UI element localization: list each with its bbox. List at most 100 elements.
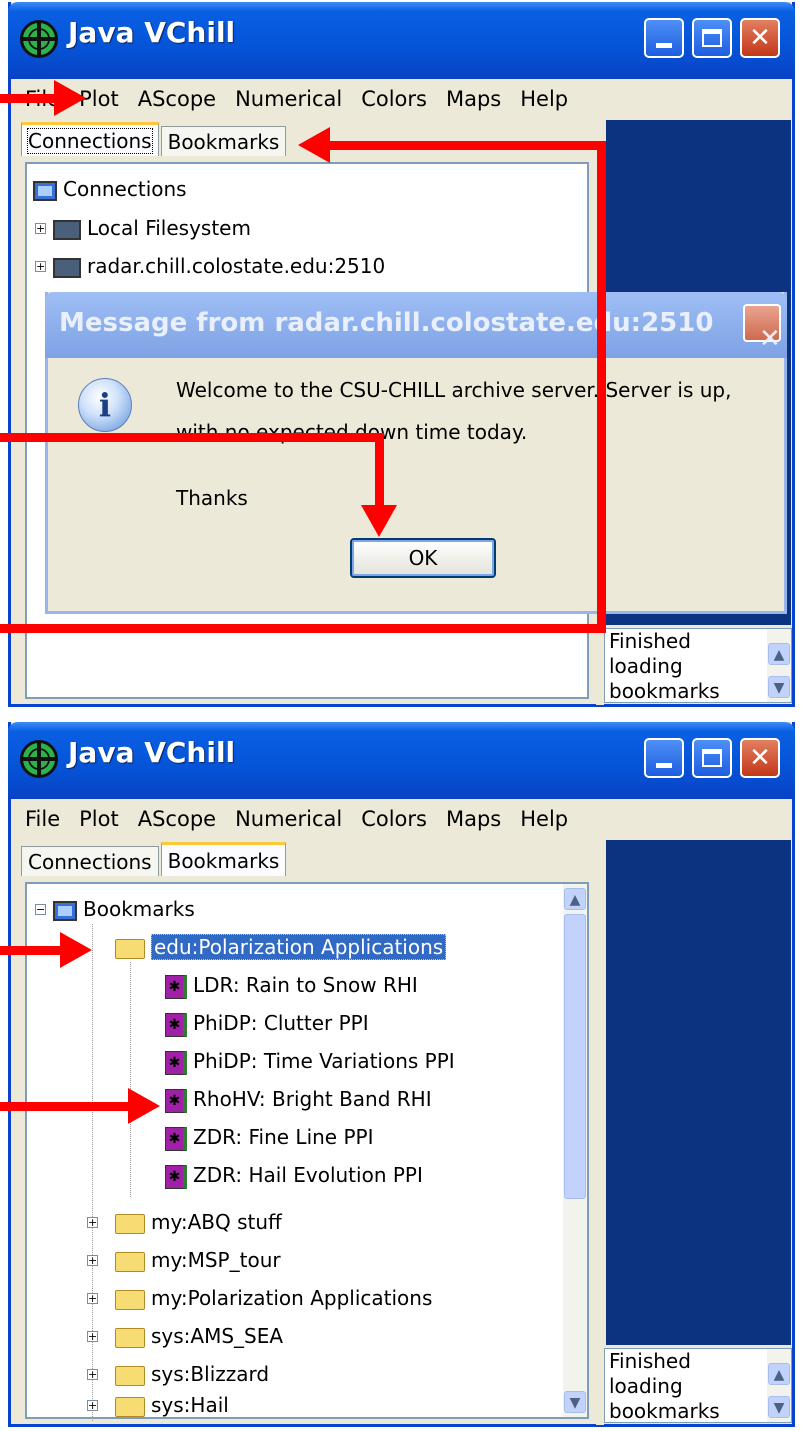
tree-item-label: edu:Polarization Applications <box>151 934 447 960</box>
status-scrollbar[interactable]: ▲ ▼ <box>767 629 791 702</box>
expand-icon[interactable]: + <box>35 223 46 234</box>
tree-item-radar-server[interactable]: radar.chill.colostate.edu:2510 <box>53 251 385 281</box>
menu-bar: File Plot AScope Numerical Colors Maps H… <box>11 799 792 839</box>
arrow-head-icon <box>54 80 86 116</box>
close-button[interactable]: ✕ <box>740 18 780 58</box>
menu-numerical[interactable]: Numerical <box>235 807 342 831</box>
tree-root-connections[interactable]: Connections <box>33 174 187 204</box>
annotation-arrow <box>0 433 384 442</box>
close-icon: ✕ <box>749 23 771 53</box>
arrow-head-icon <box>128 1088 160 1124</box>
annotation-arrow <box>0 94 56 103</box>
tree-item-label: Local Filesystem <box>87 216 251 240</box>
expand-icon[interactable]: + <box>87 1217 98 1228</box>
bookmark-icon: ✱ <box>165 1164 187 1189</box>
status-line: loading <box>609 1374 683 1398</box>
tab-connections[interactable]: Connections <box>21 122 159 156</box>
maximize-button[interactable] <box>692 18 732 58</box>
tree-folder[interactable]: sys:Blizzard <box>115 1359 269 1389</box>
status-line: Finished <box>609 629 691 653</box>
maximize-button[interactable] <box>692 738 732 778</box>
bookmark-icon: ✱ <box>165 1126 187 1151</box>
ok-button[interactable]: OK <box>350 538 496 578</box>
tree-folder[interactable]: my:ABQ stuff <box>115 1207 282 1237</box>
split-pane-divider[interactable] <box>596 840 604 1425</box>
tree-item-label: radar.chill.colostate.edu:2510 <box>87 254 386 278</box>
minimize-button[interactable] <box>644 738 684 778</box>
tree-bookmark[interactable]: ✱ ZDR: Fine Line PPI <box>165 1122 373 1152</box>
menu-colors[interactable]: Colors <box>361 87 427 111</box>
close-icon: ✕ <box>759 324 781 354</box>
tree-bookmark[interactable]: ✱ RhoHV: Bright Band RHI <box>165 1084 432 1114</box>
menu-maps[interactable]: Maps <box>446 807 501 831</box>
tab-connections[interactable]: Connections <box>21 846 159 876</box>
open-folder-icon <box>115 938 145 959</box>
dialog-title-bar[interactable]: Message from radar.chill.colostate.edu:2… <box>45 292 787 358</box>
menu-file[interactable]: File <box>25 807 60 831</box>
close-button[interactable]: ✕ <box>740 738 780 778</box>
tree-root-bookmarks[interactable]: Bookmarks <box>53 894 195 924</box>
scroll-down-icon[interactable]: ▼ <box>564 1391 586 1413</box>
dialog-close-button[interactable]: ✕ <box>743 304 781 354</box>
menu-colors[interactable]: Colors <box>361 807 427 831</box>
status-scrollbar[interactable]: ▲ ▼ <box>767 1349 791 1422</box>
java-vchill-window-bookmarks: Java VChill ✕ File Plot AScope Numerical… <box>8 722 795 1427</box>
menu-plot[interactable]: Plot <box>79 807 119 831</box>
arrow-head-icon <box>298 127 330 163</box>
tree-folder[interactable]: my:MSP_tour <box>115 1245 281 1275</box>
status-line: bookmarks <box>609 679 720 703</box>
tree-item-label: PhiDP: Time Variations PPI <box>193 1049 455 1073</box>
tree-bookmark[interactable]: ✱ PhiDP: Time Variations PPI <box>165 1046 455 1076</box>
scroll-up-icon[interactable]: ▲ <box>768 1363 790 1385</box>
tree-folder[interactable]: sys:AMS_SEA <box>115 1321 283 1351</box>
menu-help[interactable]: Help <box>520 807 568 831</box>
tree-item-label: my:Polarization Applications <box>151 1286 433 1310</box>
annotation-arrow <box>328 141 606 150</box>
scroll-down-icon[interactable]: ▼ <box>768 676 790 698</box>
menu-ascope[interactable]: AScope <box>138 807 216 831</box>
tree-item-label: LDR: Rain to Snow RHI <box>193 973 418 997</box>
tab-bookmarks-label: Bookmarks <box>167 130 280 154</box>
window-title: Java VChill <box>68 736 236 769</box>
tree-item-label: my:MSP_tour <box>151 1248 281 1272</box>
close-icon: ✕ <box>749 743 771 773</box>
bookmark-icon: ✱ <box>165 1050 187 1075</box>
tree-bookmark[interactable]: ✱ PhiDP: Clutter PPI <box>165 1008 369 1038</box>
tree-folder[interactable]: my:Polarization Applications <box>115 1283 432 1313</box>
scroll-thumb[interactable] <box>564 914 586 1199</box>
tree-item-local-filesystem[interactable]: Local Filesystem <box>53 213 251 243</box>
scroll-down-icon[interactable]: ▼ <box>768 1396 790 1418</box>
tab-bookmarks[interactable]: Bookmarks <box>160 126 287 156</box>
title-bar[interactable]: Java VChill ✕ <box>8 2 795 79</box>
tree-bookmark[interactable]: ✱ LDR: Rain to Snow RHI <box>165 970 418 1000</box>
menu-help[interactable]: Help <box>520 87 568 111</box>
expand-icon[interactable]: + <box>87 1255 98 1266</box>
tree-scrollbar[interactable]: ▲ ▼ <box>563 884 587 1417</box>
menu-ascope[interactable]: AScope <box>138 87 216 111</box>
tree-folder-edu-polarization[interactable]: edu:Polarization Applications <box>115 932 447 962</box>
annotation-arrow <box>375 433 384 509</box>
expand-icon[interactable]: + <box>87 1369 98 1380</box>
bookmarks-tree: ▲ ▼ − Bookmarks edu:Polarization Applica… <box>25 882 589 1421</box>
collapse-icon[interactable]: − <box>35 904 46 915</box>
scroll-up-icon[interactable]: ▲ <box>768 643 790 665</box>
menu-numerical[interactable]: Numerical <box>235 87 342 111</box>
menu-maps[interactable]: Maps <box>446 87 501 111</box>
tab-bookmarks[interactable]: Bookmarks <box>160 842 287 876</box>
expand-icon[interactable]: + <box>87 1331 98 1342</box>
minimize-button[interactable] <box>644 18 684 58</box>
vchill-app-icon <box>20 740 58 778</box>
vchill-app-icon <box>20 20 58 58</box>
tree-item-label: ZDR: Hail Evolution PPI <box>193 1163 423 1187</box>
dialog-title: Message from radar.chill.colostate.edu:2… <box>59 308 714 338</box>
computer-icon <box>33 180 57 201</box>
expand-icon[interactable]: + <box>87 1400 98 1411</box>
tree-item-label: PhiDP: Clutter PPI <box>193 1011 369 1035</box>
expand-icon[interactable]: + <box>87 1293 98 1304</box>
status-line: Finished <box>609 1349 691 1373</box>
title-bar[interactable]: Java VChill ✕ <box>8 722 795 799</box>
tree-bookmark[interactable]: ✱ ZDR: Hail Evolution PPI <box>165 1160 423 1190</box>
tree-folder[interactable]: sys:Hail <box>115 1390 229 1420</box>
scroll-up-icon[interactable]: ▲ <box>564 888 586 910</box>
expand-icon[interactable]: + <box>35 261 46 272</box>
